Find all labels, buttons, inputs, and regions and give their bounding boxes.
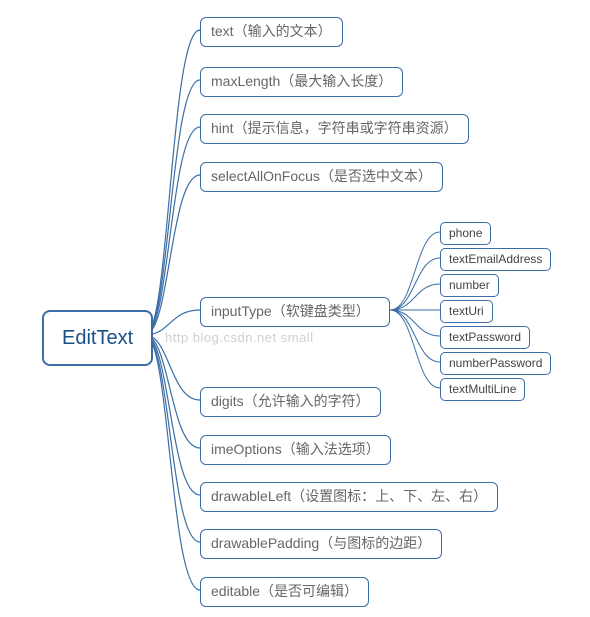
inputtype-option-textpassword: textPassword	[440, 326, 530, 349]
attr-node-drawableleft: drawableLeft（设置图标：上、下、左、右）	[200, 482, 498, 512]
inputtype-option-numberpassword: numberPassword	[440, 352, 551, 375]
attr-label: hint（提示信息，字符串或字符串资源）	[211, 120, 458, 136]
inputtype-option-label: numberPassword	[449, 356, 542, 370]
attr-label: selectAllOnFocus（是否选中文本）	[211, 168, 432, 184]
root-label: EditText	[62, 327, 133, 349]
attr-label: drawablePadding（与图标的边距）	[211, 535, 431, 551]
watermark-text: http blog.csdn.net small	[165, 330, 314, 345]
inputtype-option-textemailaddress: textEmailAddress	[440, 248, 551, 271]
inputtype-option-phone: phone	[440, 222, 491, 245]
attr-label: maxLength（最大输入长度）	[211, 73, 392, 89]
inputtype-option-texturi: textUri	[440, 300, 493, 323]
attr-label: text（输入的文本）	[211, 23, 332, 39]
attr-label: imeOptions（输入法选项）	[211, 441, 380, 457]
inputtype-option-label: textEmailAddress	[449, 252, 542, 266]
attr-node-selectallonfocus: selectAllOnFocus（是否选中文本）	[200, 162, 443, 192]
attr-node-maxlength: maxLength（最大输入长度）	[200, 67, 403, 97]
inputtype-option-number: number	[440, 274, 499, 297]
attr-node-inputtype: inputType（软键盘类型）	[200, 297, 390, 327]
attr-node-drawablepadding: drawablePadding（与图标的边距）	[200, 529, 442, 559]
attr-node-editable: editable（是否可编辑）	[200, 577, 369, 607]
attr-node-text: text（输入的文本）	[200, 17, 343, 47]
attr-node-hint: hint（提示信息，字符串或字符串资源）	[200, 114, 469, 144]
attr-node-imeoptions: imeOptions（输入法选项）	[200, 435, 391, 465]
root-node-edittext: EditText	[42, 310, 153, 366]
inputtype-option-label: textMultiLine	[449, 382, 516, 396]
inputtype-option-label: number	[449, 278, 490, 292]
attr-label: digits（允许输入的字符）	[211, 393, 370, 409]
inputtype-option-label: phone	[449, 226, 482, 240]
attr-label: editable（是否可编辑）	[211, 583, 358, 599]
attr-label: drawableLeft（设置图标：上、下、左、右）	[211, 488, 487, 504]
attr-label: inputType（软键盘类型）	[211, 303, 370, 319]
inputtype-option-textmultiline: textMultiLine	[440, 378, 525, 401]
inputtype-option-label: textPassword	[449, 330, 521, 344]
attr-node-digits: digits（允许输入的字符）	[200, 387, 381, 417]
inputtype-option-label: textUri	[449, 304, 484, 318]
